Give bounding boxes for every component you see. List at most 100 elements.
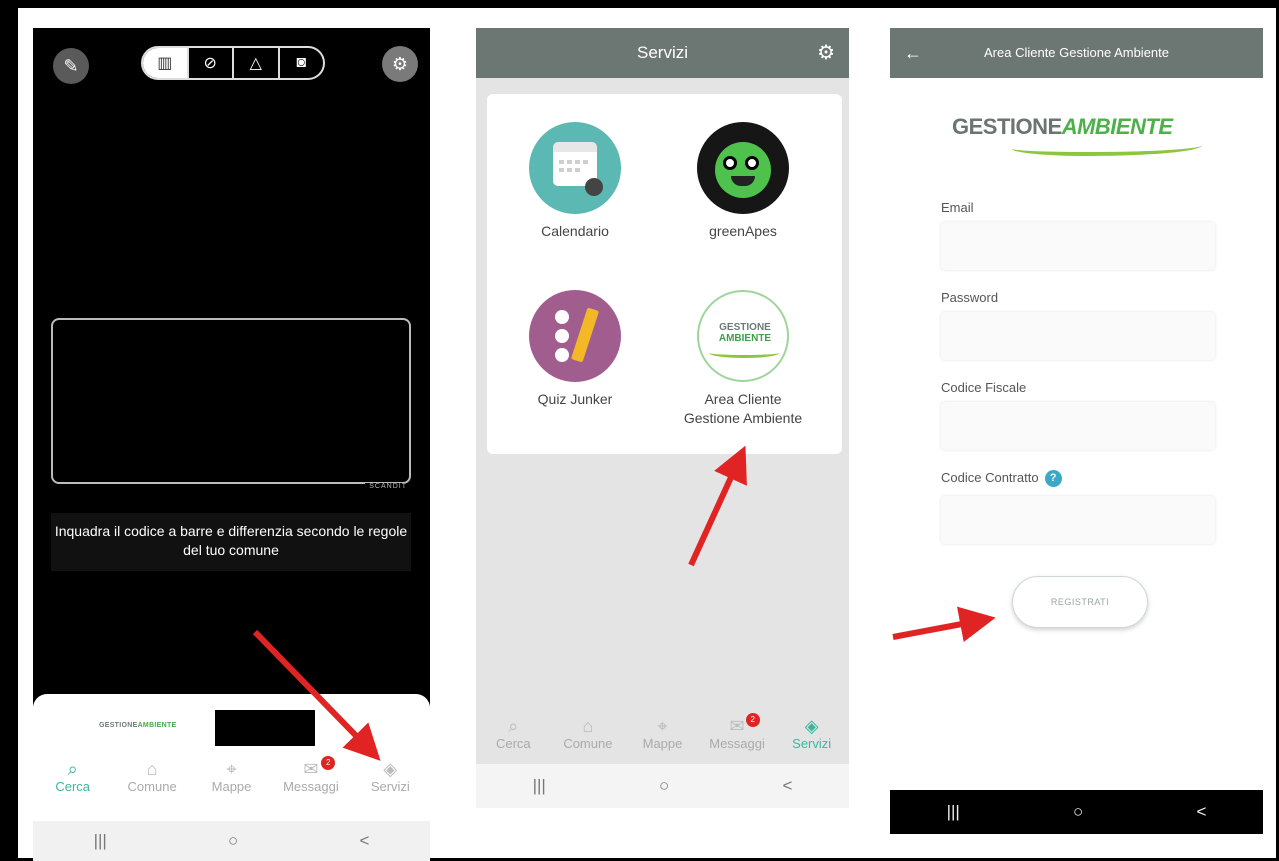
gestione-ambiente-mini-logo: GESTIONEAMBIENTE [99, 722, 177, 729]
register-button[interactable]: REGISTRATI [1012, 576, 1148, 628]
search-icon: ⌕ [508, 716, 519, 736]
service-calendario[interactable]: Calendario [495, 122, 655, 241]
home-button[interactable]: ○ [659, 776, 669, 796]
warning-icon: △ [249, 55, 262, 72]
warning-mode-button[interactable]: △ [232, 48, 278, 78]
codice-fiscale-label: Codice Fiscale [941, 380, 1027, 395]
codice-contratto-label: Codice Contratto? [941, 470, 1062, 488]
home-button[interactable]: ○ [1073, 802, 1083, 822]
scanner-screen: ✎ ▥ ⊘ △ ◙ ⚙ SCANDIT Inquadra il codice a… [33, 28, 430, 861]
map-icon: ⌖ [226, 759, 237, 779]
servizi-header: Servizi ⚙ [476, 28, 849, 78]
tab-label: Servizi [792, 736, 832, 751]
service-label: Calendario [541, 223, 609, 239]
area-cliente-header: Area Cliente Gestione Ambiente ← [890, 28, 1263, 78]
mail-icon: ✉ [729, 716, 745, 736]
flashlight-icon: ✎ [63, 55, 79, 76]
mail-icon: ✉ [303, 759, 319, 779]
tab-messaggi[interactable]: ✉ 2 Messaggi [271, 756, 350, 794]
tab-label: Cerca [55, 779, 91, 794]
android-navbar: ||| ○ < [476, 764, 849, 808]
map-icon: ⌖ [657, 716, 668, 736]
tab-servizi[interactable]: ◈ Servizi [774, 716, 849, 751]
service-greenapes[interactable]: greenApes [663, 122, 823, 241]
barcode-mode-button[interactable]: ▥ [143, 48, 187, 78]
codice-contratto-field[interactable] [941, 496, 1215, 544]
home-button[interactable]: ○ [228, 831, 238, 851]
search-icon: ⌕ [67, 759, 78, 779]
building-icon: ⌂ [146, 759, 158, 779]
search-icon: ⊘ [203, 55, 217, 72]
help-icon[interactable]: ? [1044, 470, 1062, 488]
password-field[interactable] [941, 312, 1215, 360]
codice-fiscale-field[interactable] [941, 402, 1215, 450]
layers-icon: ◈ [804, 716, 819, 736]
tab-mappe[interactable]: ⌖ Mappe [625, 716, 700, 751]
android-navbar: ||| ○ < [33, 821, 430, 861]
recents-button[interactable]: ||| [947, 802, 960, 822]
tab-comune[interactable]: ⌂ Comune [112, 759, 191, 794]
page-title: Area Cliente Gestione Ambiente [984, 45, 1169, 60]
area-cliente-screen: Area Cliente Gestione Ambiente ← GESTION… [890, 28, 1263, 834]
tab-label: Mappe [642, 736, 683, 751]
tab-comune[interactable]: ⌂ Comune [551, 716, 626, 751]
service-label: Quiz Junker [537, 391, 613, 407]
gestione-ambiente-logo: GESTIONEAMBIENTE [952, 114, 1202, 170]
service-quiz-junker[interactable]: Quiz Junker [495, 290, 655, 409]
tab-label: Comune [563, 736, 613, 751]
tab-label: Comune [127, 779, 177, 794]
layers-icon: ◈ [383, 759, 398, 779]
gear-icon[interactable]: ⚙ [817, 28, 835, 78]
tab-cerca[interactable]: ⌕ Cerca [33, 759, 112, 794]
unread-badge: 2 [321, 756, 336, 770]
tab-label: Mappe [211, 779, 252, 794]
password-label: Password [941, 290, 999, 305]
flashlight-button[interactable]: ✎ [53, 48, 89, 84]
back-arrow-icon[interactable]: ← [904, 28, 922, 78]
tab-cerca[interactable]: ⌕ Cerca [476, 716, 551, 751]
barcode-icon: ▥ [157, 55, 173, 72]
services-card: Calendario greenApes Quiz Junker GESTION… [487, 94, 842, 454]
bottom-tabbar: ⌕ Cerca ⌂ Comune ⌖ Mappe ✉ 2 Messaggi ◈ … [33, 756, 430, 794]
quiz-icon [529, 290, 621, 382]
recents-button[interactable]: ||| [94, 831, 107, 851]
tab-servizi[interactable]: ◈ Servizi [351, 759, 430, 794]
servizi-screen: Servizi ⚙ Calendario greenApes Quiz Junk… [476, 28, 849, 808]
tab-label: Messaggi [283, 779, 339, 794]
calendar-icon [529, 122, 621, 214]
service-area-cliente[interactable]: GESTIONE AMBIENTE Area Cliente Gestione A… [663, 290, 823, 428]
scan-mode-switch: ▥ ⊘ △ ◙ [141, 46, 325, 80]
email-label: Email [941, 200, 974, 215]
tab-messaggi[interactable]: ✉ 2 Messaggi [700, 713, 775, 751]
tab-label: Messaggi [709, 736, 765, 751]
unread-badge: 2 [745, 713, 760, 727]
scanner-topbar: ✎ ▥ ⊘ △ ◙ ⚙ [33, 44, 430, 88]
tab-label: Servizi [370, 779, 410, 794]
tab-mappe[interactable]: ⌖ Mappe [192, 759, 271, 794]
redacted-area [215, 710, 315, 746]
service-label-line2: Gestione Ambiente [683, 410, 803, 426]
camera-icon: ◙ [296, 54, 307, 71]
bottom-sheet: GESTIONEAMBIENTE ⌕ Cerca ⌂ Comune ⌖ Mapp… [33, 694, 430, 861]
service-label-line1: Area Cliente [704, 391, 782, 407]
page-title: Servizi [636, 43, 688, 62]
service-label: greenApes [709, 223, 777, 239]
camera-mode-button[interactable]: ◙ [277, 48, 324, 78]
building-icon: ⌂ [582, 716, 594, 736]
ape-icon [697, 122, 789, 214]
tab-label: Cerca [495, 736, 531, 751]
email-field[interactable] [941, 222, 1215, 270]
android-navbar: ||| ○ < [890, 790, 1263, 834]
back-button[interactable]: < [1196, 802, 1206, 822]
scan-viewfinder: SCANDIT [51, 318, 411, 490]
back-button[interactable]: < [359, 831, 369, 851]
settings-button[interactable]: ⚙ [382, 46, 418, 82]
scan-brand: SCANDIT [365, 483, 411, 490]
scan-hint: Inquadra il codice a barre e differenzia… [51, 513, 411, 571]
bottom-tabbar: ⌕ Cerca ⌂ Comune ⌖ Mappe ✉ 2 Messaggi ◈ … [476, 713, 849, 751]
back-button[interactable]: < [782, 776, 792, 796]
gear-icon: ⚙ [391, 53, 409, 74]
gestione-ambiente-logo: GESTIONEAMBIENTE [697, 290, 789, 382]
search-mode-button[interactable]: ⊘ [186, 48, 233, 78]
recents-button[interactable]: ||| [533, 776, 546, 796]
